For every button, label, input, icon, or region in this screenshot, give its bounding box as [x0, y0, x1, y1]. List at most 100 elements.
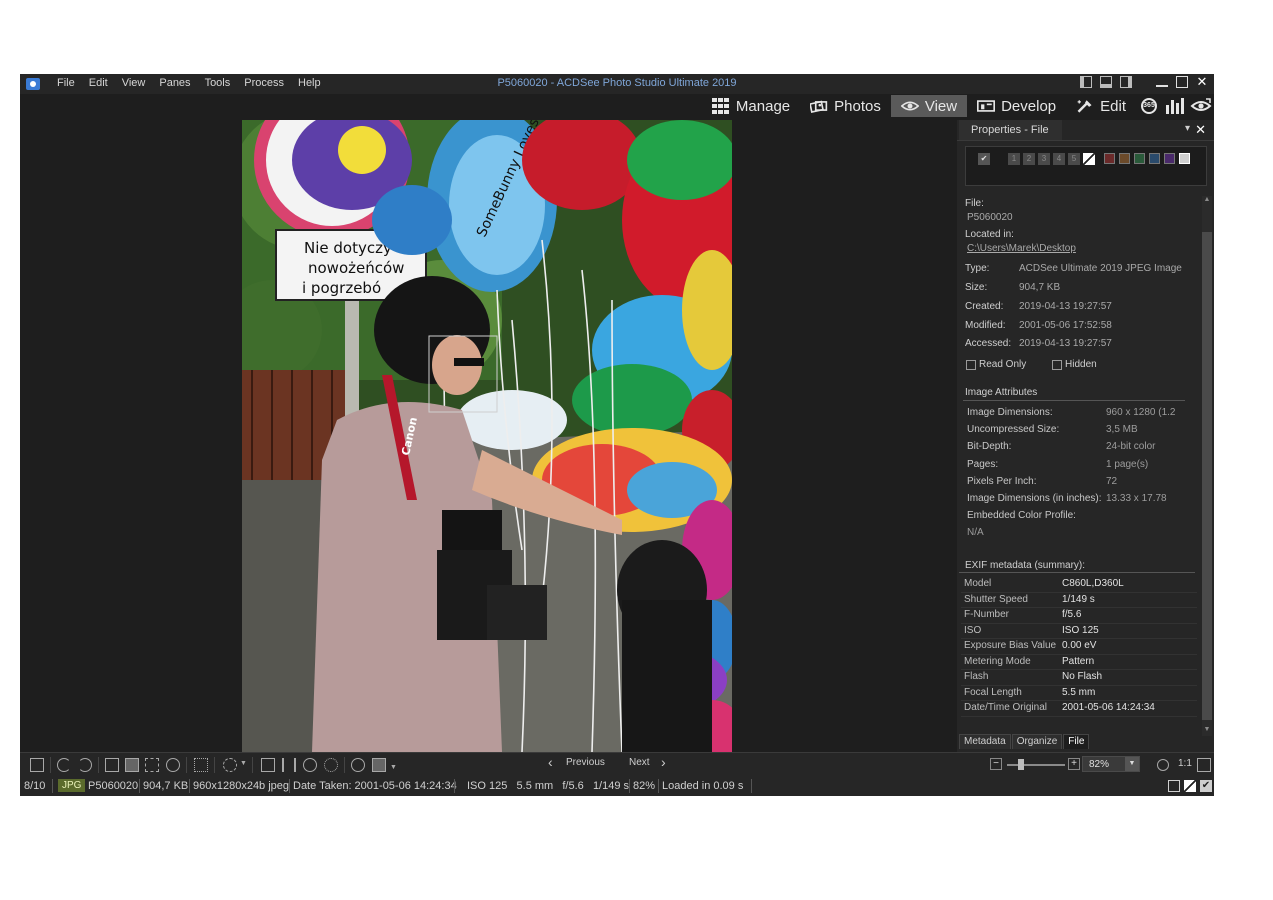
photo-canvas: Nie dotyczy nowożeńców i pogrzebó SomeBu… — [242, 120, 732, 752]
mode-tab-develop[interactable]: Develop — [967, 95, 1066, 117]
status-filename: P5060020 — [88, 780, 139, 792]
crop-icon[interactable] — [105, 758, 119, 772]
size-label: Size: — [965, 282, 988, 293]
rating-4-button[interactable]: 4 — [1053, 153, 1065, 165]
size-value: 904,7 KB — [1019, 282, 1061, 293]
chevron-right-icon[interactable]: › — [661, 754, 666, 770]
color-label-red[interactable] — [1104, 153, 1115, 164]
clear-label-icon[interactable] — [1179, 153, 1190, 164]
close-panel-button[interactable]: ✕ — [1195, 122, 1206, 138]
screen-mode-icon[interactable] — [372, 758, 386, 772]
dashboard-button[interactable] — [1162, 95, 1188, 117]
image-viewer[interactable]: Nie dotyczy nowożeńców i pogrzebó SomeBu… — [20, 120, 956, 752]
exif-table: Model C860L,D360L Shutter Speed 1/149 s F-… — [961, 577, 1197, 717]
chevron-left-icon[interactable]: ‹ — [548, 754, 553, 770]
acdsee-app-icon[interactable] — [26, 78, 40, 90]
hand-tool-icon[interactable] — [125, 758, 139, 772]
mode-tab-edit[interactable]: Edit — [1066, 95, 1136, 117]
uncompressed-size-value: 3,5 MB — [1106, 424, 1138, 435]
created-value: 2019-04-13 19:27:57 — [1019, 301, 1112, 312]
chevron-down-icon[interactable]: ▼ — [1125, 757, 1139, 771]
scrollbar-thumb[interactable] — [1202, 232, 1212, 720]
rating-1-button[interactable]: 1 — [1008, 153, 1020, 165]
rotate-left-icon[interactable] — [57, 758, 71, 772]
rating-status-icon[interactable] — [1184, 780, 1196, 792]
quick-view-button[interactable] — [1188, 95, 1214, 117]
photo-balloons[interactable]: Nie dotyczy nowożeńców i pogrzebó SomeBu… — [242, 120, 732, 752]
mode-tab-photos[interactable]: Photos — [800, 95, 891, 117]
type-label: Type: — [965, 263, 990, 274]
zoom-magnifier-icon[interactable] — [1157, 759, 1169, 771]
acdsee-365-button[interactable]: 365 — [1136, 95, 1162, 117]
365-icon: 365 — [1141, 98, 1157, 114]
scroll-up-icon[interactable]: ▲ — [1203, 196, 1211, 203]
pin-icon[interactable]: ▾ — [1185, 123, 1190, 134]
metadata-status-icon[interactable] — [1168, 780, 1180, 792]
tab-organize[interactable]: Organize — [1011, 734, 1063, 749]
previous-button[interactable]: Previous — [566, 757, 605, 768]
full-screen-icon[interactable] — [1197, 758, 1211, 772]
zoom-slider-handle[interactable] — [1018, 759, 1024, 770]
rating-2-button[interactable]: 2 — [1023, 153, 1035, 165]
exif-value: 1/149 s — [1062, 593, 1095, 605]
zoom-out-button[interactable]: − — [990, 758, 1002, 770]
gear-dropdown-icon[interactable]: ▼ — [240, 760, 247, 767]
tab-metadata[interactable]: Metadata — [959, 734, 1011, 749]
maximize-button[interactable] — [1176, 76, 1188, 88]
color-label-orange[interactable] — [1119, 153, 1130, 164]
menu-file[interactable]: File — [50, 77, 82, 89]
menu-view[interactable]: View — [115, 77, 153, 89]
menu-panes[interactable]: Panes — [152, 77, 197, 89]
screen-mode-dropdown-icon[interactable]: ▼ — [390, 764, 397, 771]
zoom-tool-icon[interactable] — [166, 758, 180, 772]
exif-value: C860L,D360L — [1062, 578, 1124, 589]
image-info-icon[interactable] — [261, 758, 275, 772]
save-image-icon[interactable] — [30, 758, 44, 772]
layout-left-pane-icon[interactable] — [1080, 76, 1092, 88]
eye-refresh-icon — [1190, 98, 1212, 111]
color-label-purple[interactable] — [1164, 153, 1175, 164]
brush-icon — [1077, 100, 1092, 113]
next-button[interactable]: Next — [629, 757, 650, 768]
layout-right-pane-icon[interactable] — [1120, 76, 1132, 88]
select-tool-icon[interactable] — [145, 758, 159, 772]
mode-tab-view[interactable]: View — [890, 95, 968, 117]
accessed-label: Accessed: — [965, 338, 1012, 349]
actual-size-button[interactable]: 1:1 — [1178, 758, 1192, 769]
adjust-sliders-icon[interactable] — [282, 758, 296, 772]
menu-edit[interactable]: Edit — [82, 77, 115, 89]
menu-help[interactable]: Help — [291, 77, 328, 89]
gear-icon[interactable] — [223, 758, 237, 772]
mode-tab-manage[interactable]: Manage — [702, 95, 800, 117]
zoom-level-select[interactable]: 82% ▼ — [1082, 756, 1140, 772]
tag-status-icon[interactable]: ✔ — [1200, 780, 1212, 792]
rating-5-button[interactable]: 5 — [1068, 153, 1080, 165]
minimize-button[interactable] — [1156, 78, 1168, 87]
scroll-down-icon[interactable]: ▼ — [1203, 726, 1211, 733]
exposure-icon[interactable] — [303, 758, 317, 772]
close-window-button[interactable]: ✕ — [1196, 75, 1208, 88]
menu-tools[interactable]: Tools — [198, 77, 238, 89]
zoom-in-button[interactable]: + — [1068, 758, 1080, 770]
color-label-green[interactable] — [1134, 153, 1145, 164]
rotate-right-icon[interactable] — [78, 758, 92, 772]
exif-value: Pattern — [1062, 655, 1095, 667]
rating-3-button[interactable]: 3 — [1038, 153, 1050, 165]
hidden-checkbox[interactable] — [1052, 360, 1062, 370]
menu-process[interactable]: Process — [237, 77, 291, 89]
clear-rating-icon[interactable] — [1083, 153, 1095, 165]
tab-file[interactable]: File — [1063, 734, 1090, 749]
color-label-blue[interactable] — [1149, 153, 1160, 164]
location-link[interactable]: C:\Users\Marek\Desktop — [967, 243, 1076, 254]
status-separator — [52, 779, 53, 793]
tag-checkbox-icon[interactable]: ✔ — [978, 153, 990, 165]
read-only-checkbox[interactable] — [966, 360, 976, 370]
fit-screen-icon[interactable] — [194, 758, 208, 772]
red-eye-icon[interactable] — [324, 758, 338, 772]
bit-depth-label: Bit-Depth: — [967, 441, 1012, 452]
table-row: Model C860L,D360L — [961, 577, 1197, 593]
zoom-slider-track[interactable] — [1007, 764, 1065, 766]
slideshow-icon[interactable] — [351, 758, 365, 772]
layout-bottom-pane-icon[interactable] — [1100, 76, 1112, 88]
mode-tabs: Manage Photos View Develop Edit 365 — [702, 95, 1214, 117]
